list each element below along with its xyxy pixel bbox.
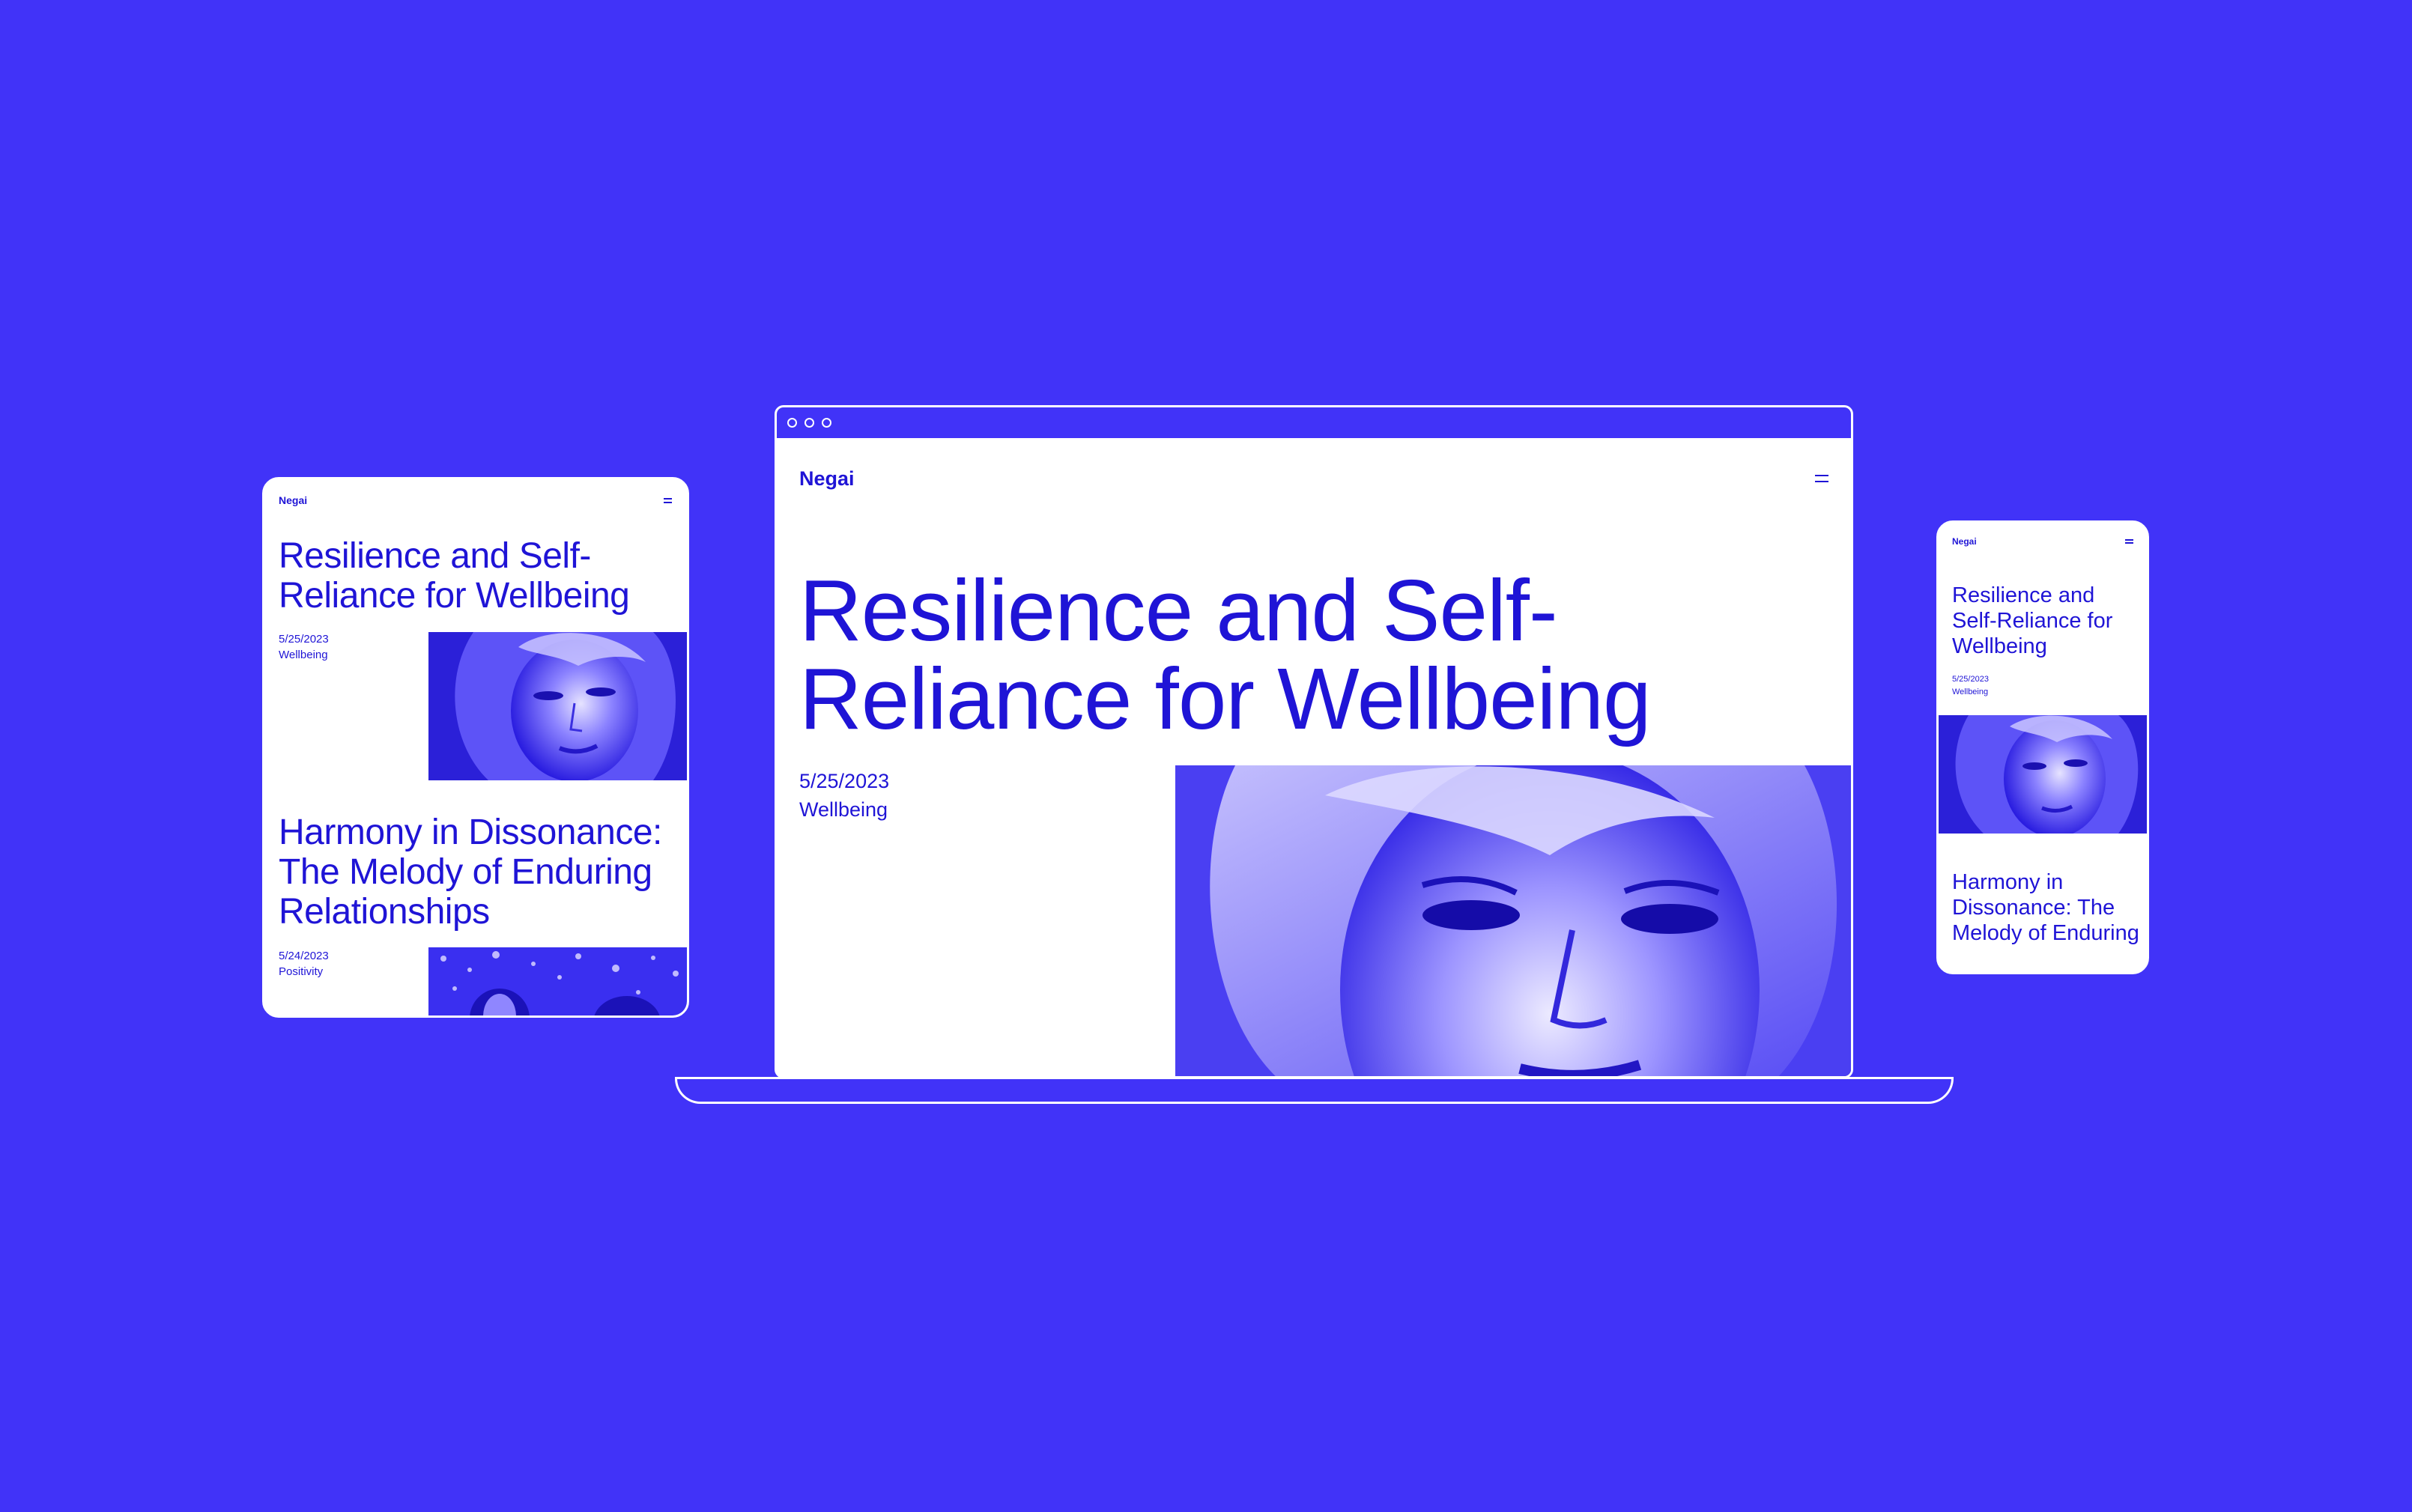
- article-category[interactable]: Wellbeing: [799, 798, 888, 822]
- article-title[interactable]: Resilience and Self-Reliance for Wellbei…: [279, 536, 683, 616]
- article-date: 5/24/2023: [279, 950, 329, 962]
- article-date: 5/25/2023: [279, 633, 329, 646]
- desktop-browser-window: Negai Resilience and Self-Reliance for W…: [775, 405, 1853, 1078]
- site-logo[interactable]: Negai: [279, 494, 307, 506]
- article-meta: 5/24/2023 Positivity: [279, 948, 329, 980]
- article-meta: 5/25/2023 Wellbeing: [279, 631, 329, 663]
- tablet-mockup: Negai Resilience and Self-Reliance for W…: [262, 477, 689, 1018]
- article-category[interactable]: Positivity: [279, 964, 329, 980]
- article-image[interactable]: [428, 947, 687, 1015]
- hamburger-icon[interactable]: [2125, 539, 2133, 544]
- article-image[interactable]: [1939, 715, 2147, 834]
- laptop-base: [675, 1077, 1954, 1104]
- phone-mockup: Negai Resilience and Self-Reliance for W…: [1936, 520, 2149, 974]
- window-dot-icon[interactable]: [822, 418, 831, 428]
- article-meta: 5/25/2023 Wellbeing: [1952, 673, 1989, 699]
- article-category[interactable]: Wellbeing: [279, 647, 329, 663]
- article-title[interactable]: Harmony in Dissonance: The Melody of End…: [1952, 869, 2139, 946]
- hamburger-icon[interactable]: [1815, 475, 1828, 482]
- article-title[interactable]: Resilience and Self-Reliance for Wellbei…: [799, 566, 1698, 743]
- window-dot-icon[interactable]: [787, 418, 797, 428]
- article-date: 5/25/2023: [1952, 675, 1989, 684]
- article-hero-image[interactable]: [1175, 765, 1851, 1076]
- site-logo[interactable]: Negai: [799, 467, 855, 491]
- article-title[interactable]: Harmony in Dissonance: The Melody of End…: [279, 813, 683, 932]
- window-dot-icon[interactable]: [804, 418, 814, 428]
- showcase-stage: Negai Resilience and Self-Reliance for W…: [0, 0, 2412, 1512]
- browser-title-bar: [777, 407, 1851, 440]
- article-image[interactable]: [428, 632, 687, 780]
- article-date: 5/25/2023: [799, 770, 890, 792]
- hamburger-icon[interactable]: [664, 498, 672, 503]
- site-logo[interactable]: Negai: [1952, 536, 1977, 547]
- article-category[interactable]: Wellbeing: [1952, 686, 1989, 699]
- article-title[interactable]: Resilience and Self-Reliance for Wellbei…: [1952, 583, 2139, 659]
